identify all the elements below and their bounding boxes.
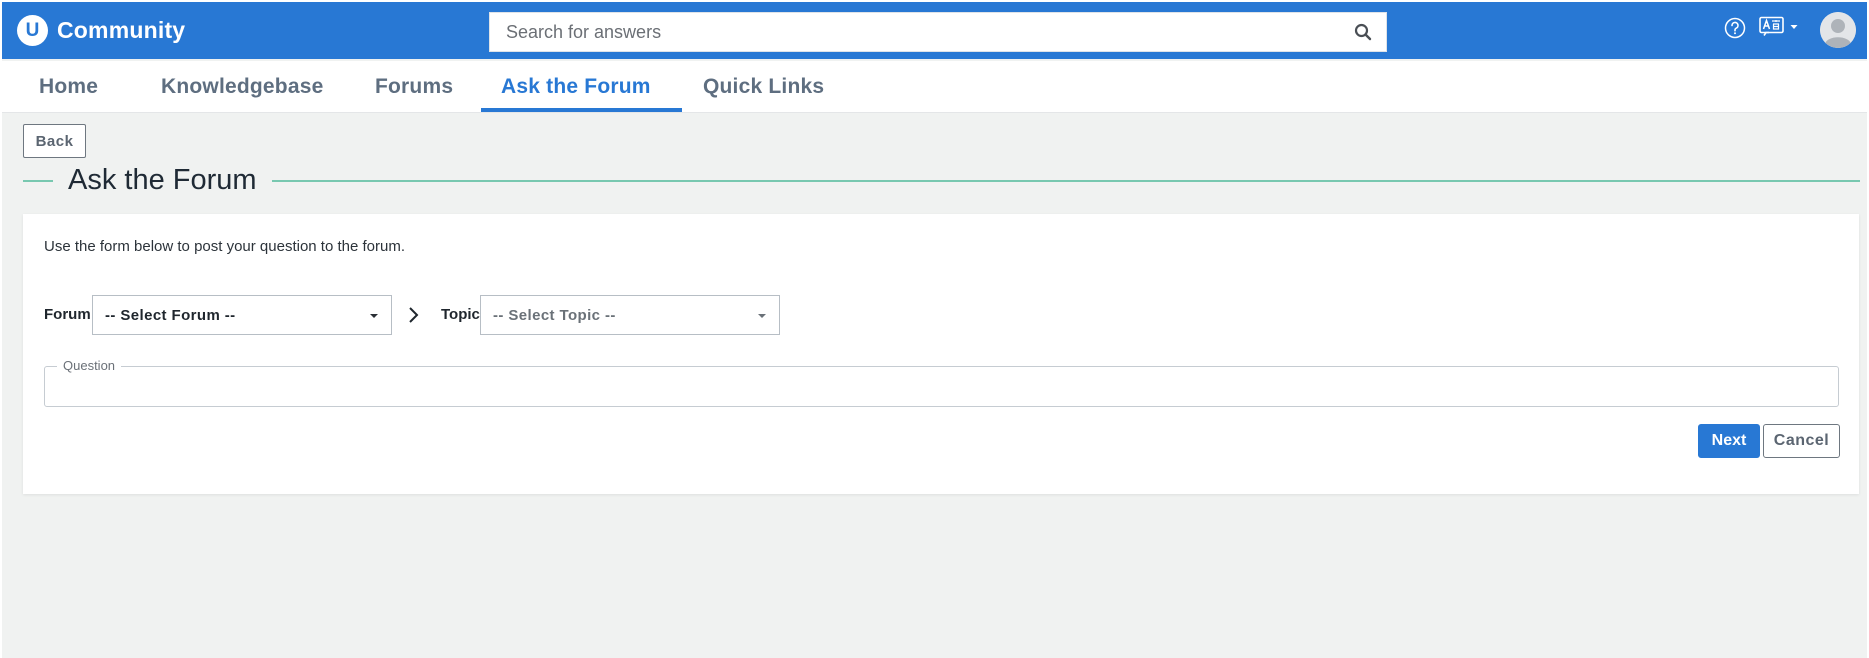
title-divider-left bbox=[23, 180, 53, 182]
avatar-icon bbox=[1820, 12, 1856, 48]
chevron-down-icon bbox=[758, 314, 766, 318]
brand-logo: U bbox=[17, 15, 48, 46]
nav-knowledgebase[interactable]: Knowledgebase bbox=[161, 61, 323, 113]
cancel-button[interactable]: Cancel bbox=[1763, 424, 1840, 458]
top-header: U Community bbox=[2, 2, 1867, 59]
search-icon bbox=[1354, 23, 1372, 41]
page: U Community Search for answers Home Know… bbox=[2, 2, 1867, 658]
chevron-down-icon bbox=[370, 314, 378, 318]
search-button[interactable] bbox=[1340, 13, 1386, 51]
help-icon bbox=[1724, 17, 1746, 39]
chevron-down-icon bbox=[1790, 25, 1798, 29]
nav-home[interactable]: Home bbox=[39, 61, 98, 113]
question-input[interactable] bbox=[45, 367, 1838, 406]
title-divider-right bbox=[272, 180, 1860, 182]
page-title: Ask the Forum bbox=[68, 164, 257, 196]
help-button[interactable] bbox=[1724, 17, 1746, 44]
chevron-right-icon bbox=[409, 307, 419, 323]
nav-quick-links[interactable]: Quick Links bbox=[703, 61, 824, 113]
active-tab-indicator bbox=[481, 108, 682, 112]
topic-select[interactable]: -- Select Topic -- bbox=[480, 295, 780, 335]
brand[interactable]: U Community bbox=[17, 15, 185, 46]
search-input[interactable] bbox=[490, 13, 1340, 51]
nav-ask-the-forum[interactable]: Ask the Forum bbox=[501, 61, 651, 113]
form-intro: Use the form below to post your question… bbox=[44, 238, 406, 255]
search-bar bbox=[489, 12, 1387, 52]
topic-label: Topic bbox=[441, 306, 480, 323]
main-nav: Home Knowledgebase Forums Ask the Forum … bbox=[2, 61, 1867, 113]
translate-icon bbox=[1759, 16, 1784, 36]
ask-form-card: Use the form below to post your question… bbox=[23, 214, 1859, 494]
back-button[interactable]: Back bbox=[23, 124, 86, 158]
forum-select[interactable]: -- Select Forum -- bbox=[92, 295, 392, 335]
brand-name: Community bbox=[57, 17, 186, 43]
topic-select-value: -- Select Topic -- bbox=[493, 306, 616, 324]
forum-select-value: -- Select Forum -- bbox=[105, 306, 236, 324]
forum-label: Forum bbox=[44, 306, 91, 323]
language-button[interactable] bbox=[1759, 16, 1799, 38]
avatar[interactable] bbox=[1820, 12, 1856, 48]
next-button[interactable]: Next bbox=[1698, 424, 1760, 458]
question-field: Question bbox=[44, 358, 1839, 407]
nav-forums[interactable]: Forums bbox=[375, 61, 453, 113]
